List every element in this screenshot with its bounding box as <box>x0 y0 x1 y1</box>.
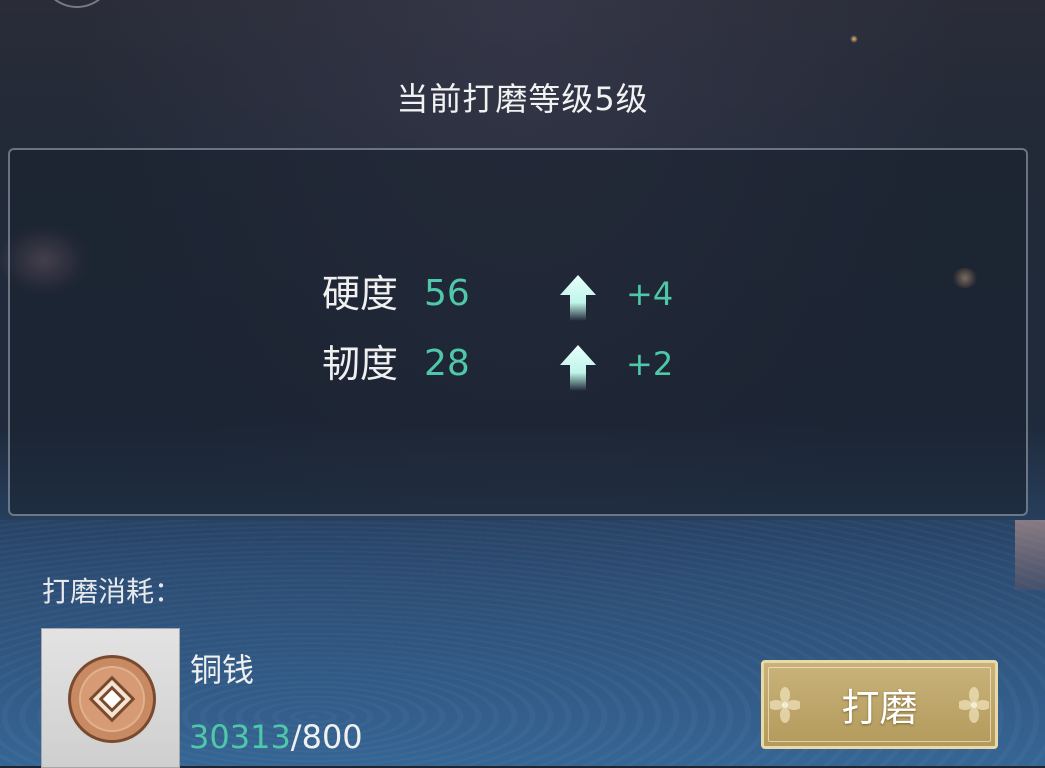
stat-value: 28 <box>424 343 470 384</box>
item-name: 铜钱 <box>190 651 255 689</box>
count-separator: / <box>290 718 302 756</box>
polish-button[interactable]: 打磨 <box>761 660 998 749</box>
stat-name: 硬度 <box>322 272 399 316</box>
stat-value: 56 <box>424 273 470 314</box>
item-count: 30313/800 <box>189 718 363 756</box>
stat-delta: +2 <box>626 345 674 383</box>
floating-lantern-right <box>1015 520 1045 590</box>
stat-name: 韧度 <box>322 342 399 386</box>
up-arrow-icon <box>560 275 596 321</box>
polish-button-label: 打磨 <box>841 686 918 730</box>
copper-coin-icon <box>68 655 156 743</box>
stats-panel: 硬度 56 +4 韧度 28 +2 <box>8 148 1028 516</box>
item-owned-count: 30313 <box>189 718 291 756</box>
cost-label: 打磨消耗： <box>42 575 183 608</box>
stat-delta: +4 <box>626 275 674 313</box>
light-glow-small <box>850 35 858 43</box>
stat-row-toughness: 韧度 28 +2 <box>10 339 1026 391</box>
item-required-count: 800 <box>301 718 363 756</box>
polish-level-title: 当前打磨等级5级 <box>396 80 649 118</box>
stat-row-hardness: 硬度 56 +4 <box>10 269 1026 321</box>
up-arrow-icon <box>560 345 596 391</box>
item-slot[interactable] <box>41 628 180 768</box>
